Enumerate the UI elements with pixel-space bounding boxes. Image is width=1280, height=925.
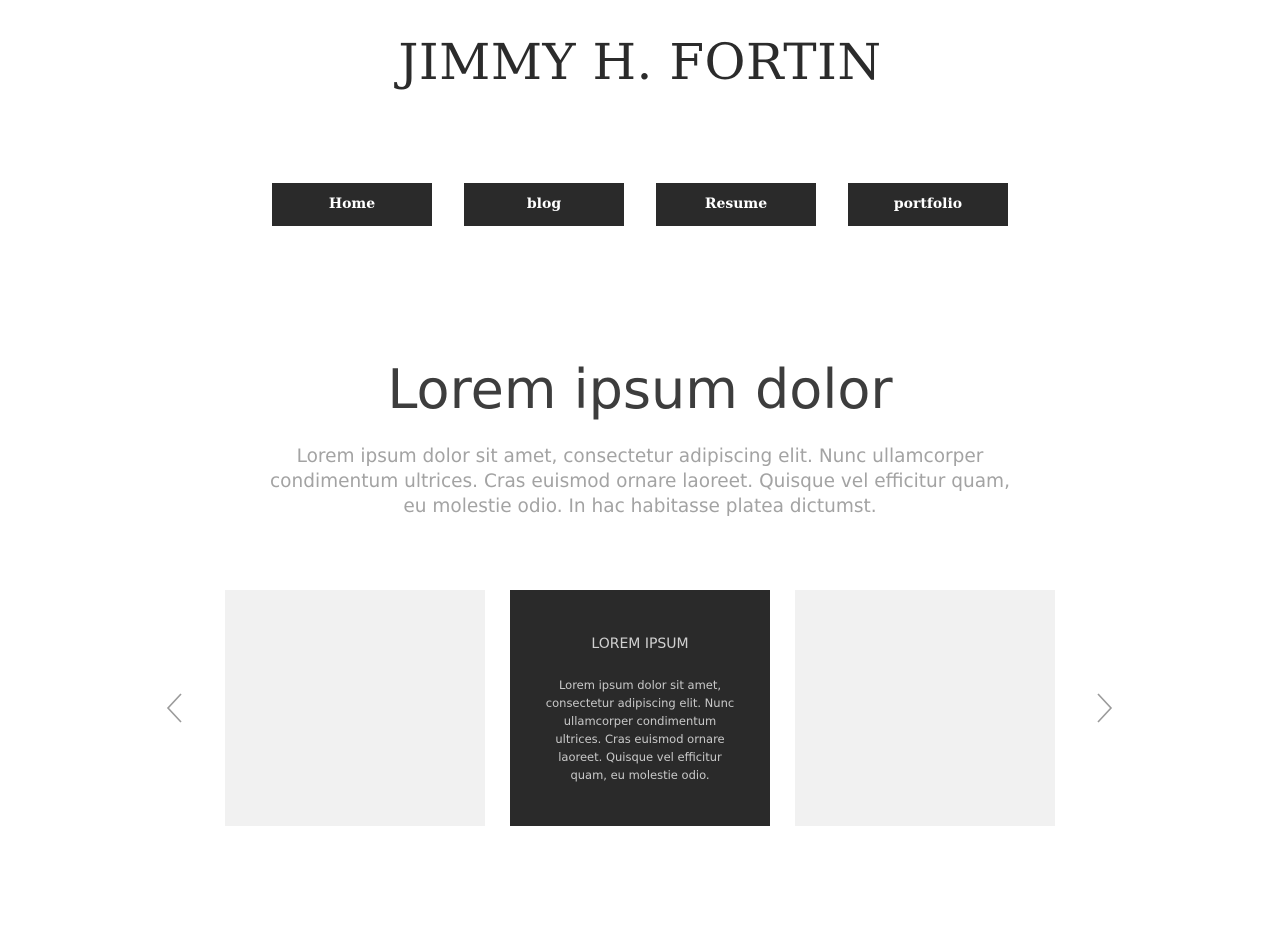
chevron-right-icon[interactable] [1094,692,1114,724]
carousel-card-active[interactable]: LOREM IPSUM Lorem ipsum dolor sit amet, … [510,590,770,826]
card-title: LOREM IPSUM [591,636,689,652]
nav-resume-button[interactable]: Resume [656,183,816,226]
chevron-left-icon[interactable] [165,692,185,724]
hero-text: Lorem ipsum dolor sit amet, consectetur … [270,446,1010,517]
carousel-card[interactable] [795,590,1055,826]
hero-heading: Lorem ipsum dolor [387,358,893,421]
carousel-card[interactable] [225,590,485,826]
nav-portfolio-button[interactable]: portfolio [848,183,1008,226]
nav-blog-button[interactable]: blog [464,183,624,226]
nav-home-button[interactable]: Home [272,183,432,226]
card-text: Lorem ipsum dolor sit amet, consectetur … [545,678,735,782]
site-title: JIMMY H. FORTIN [398,33,882,91]
main-nav: Home blog Resume portfolio [272,183,1008,226]
